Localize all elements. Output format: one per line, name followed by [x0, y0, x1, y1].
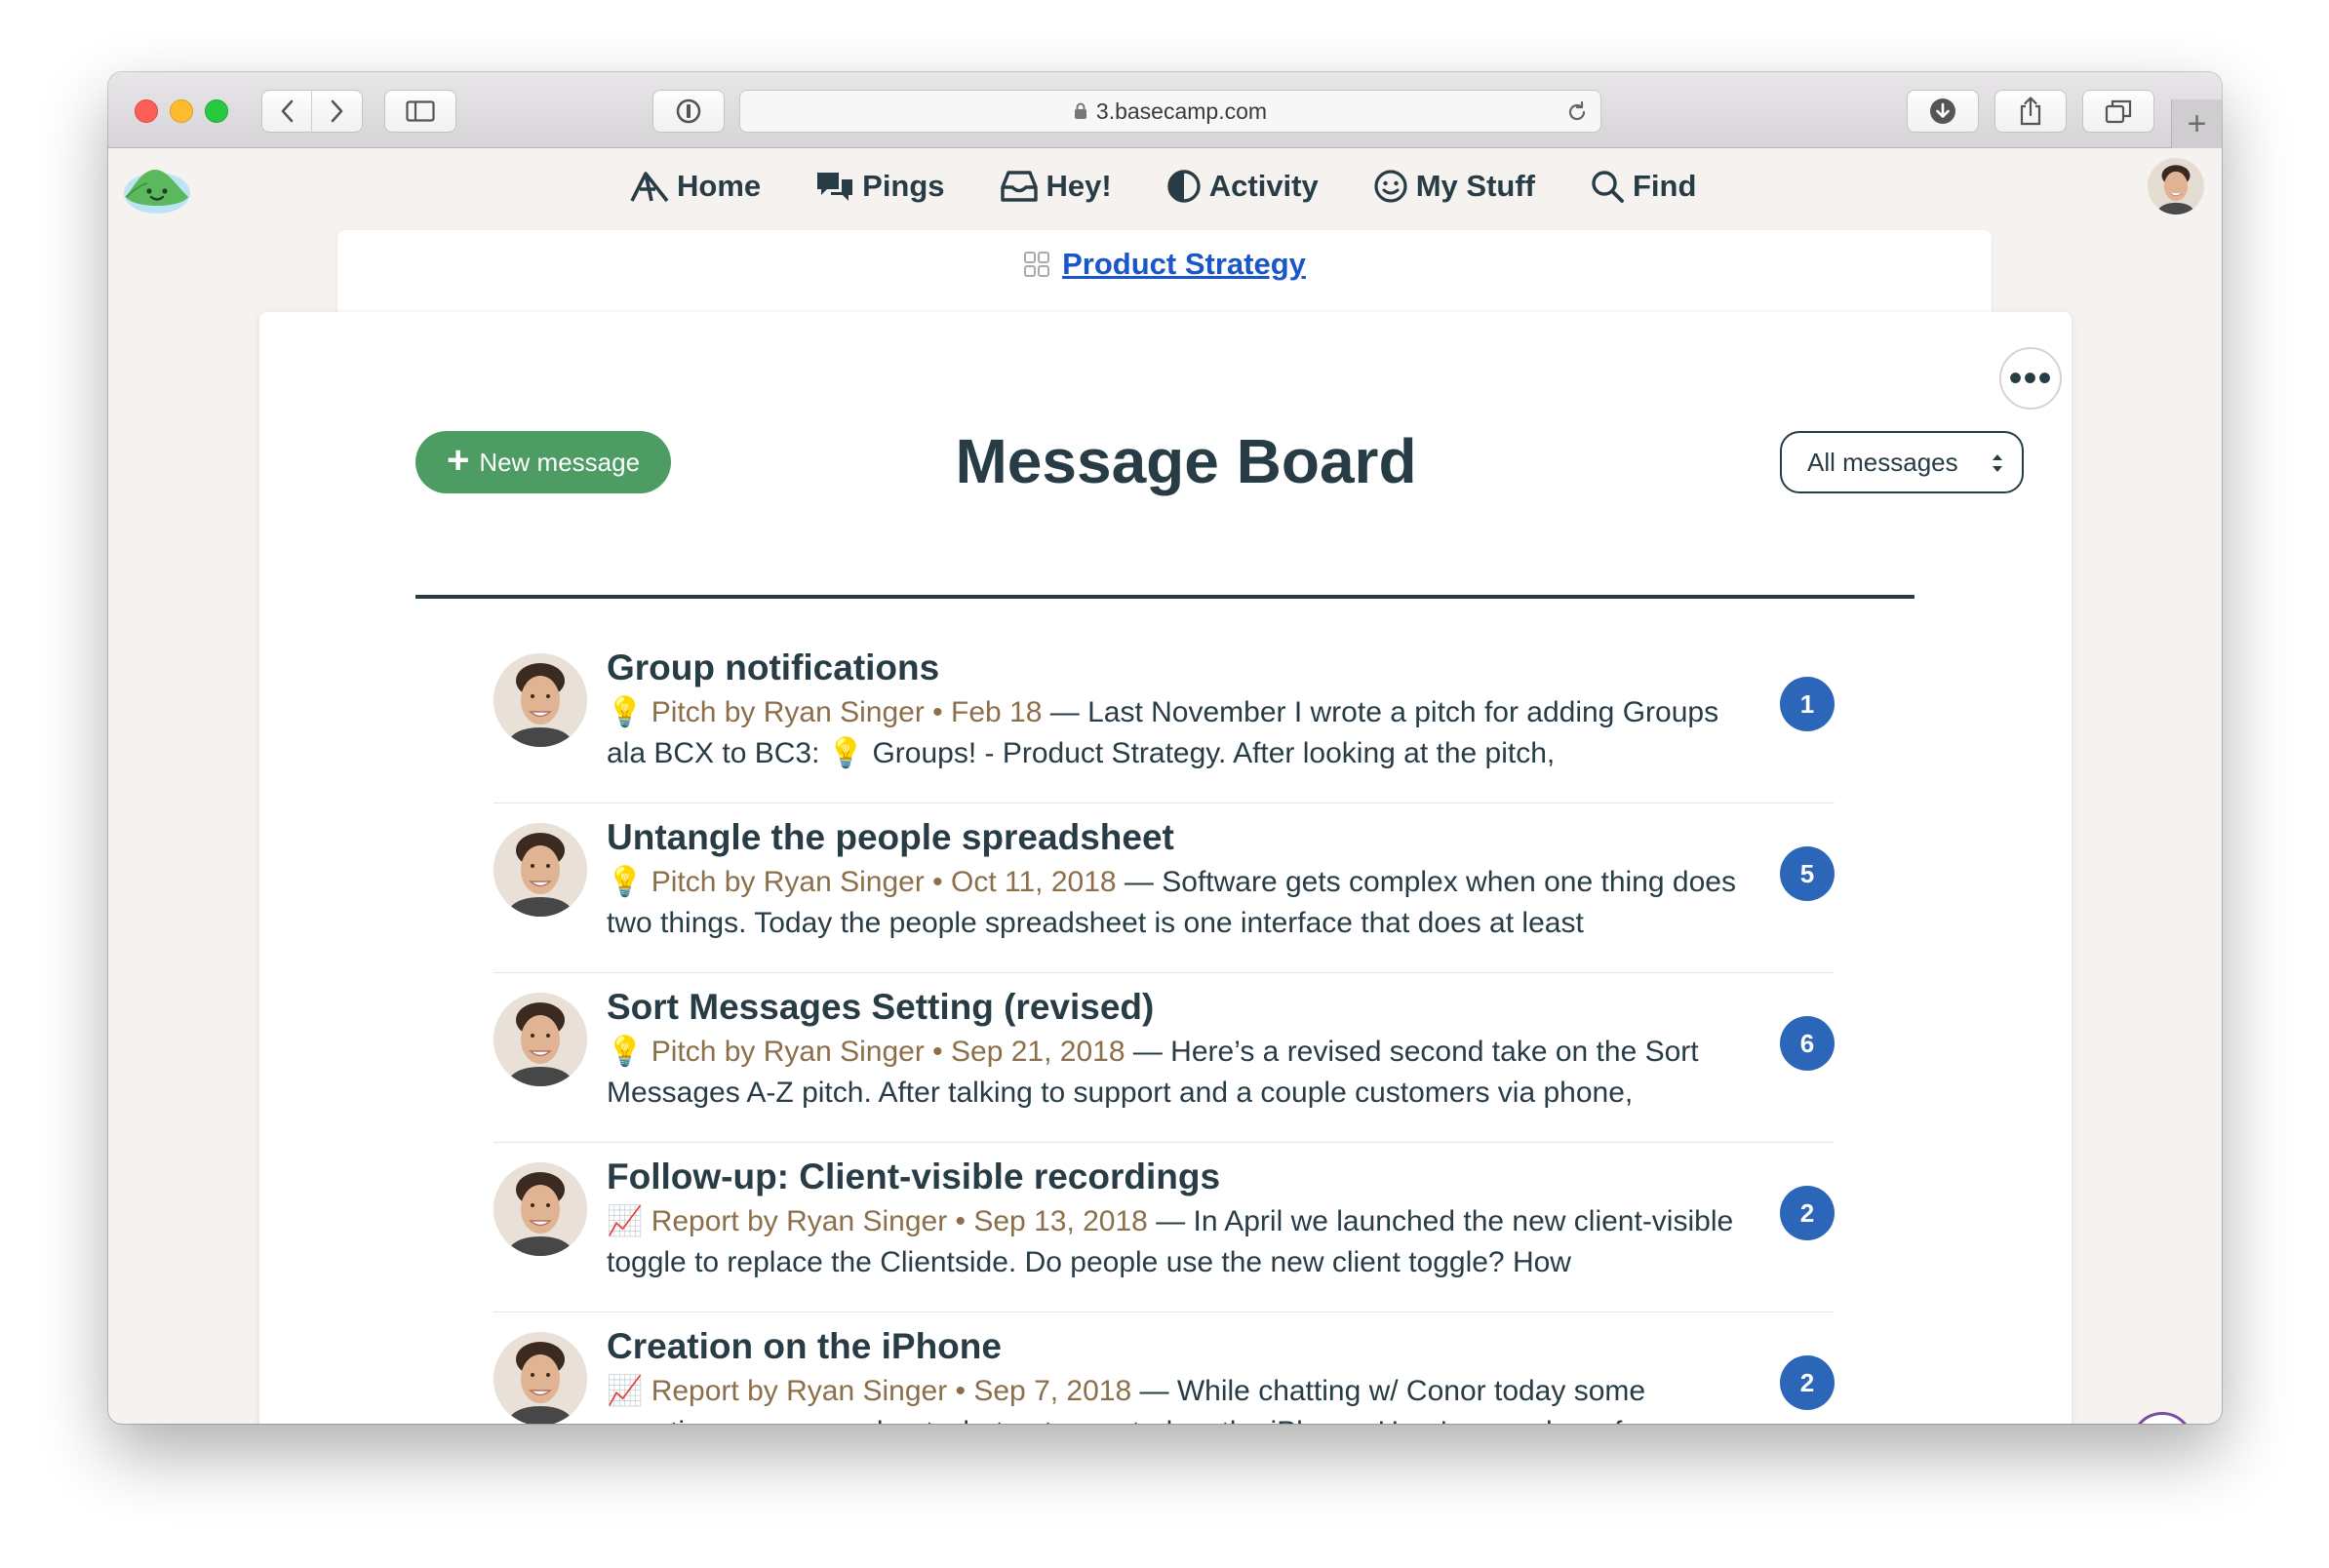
- browser-window: 3.basecamp.com + Home Pings Hey! Activit…: [108, 72, 2222, 1424]
- ellipsis-icon: •••: [2008, 357, 2053, 400]
- comment-count-badge: 6: [1780, 1016, 1835, 1071]
- forward-icon[interactable]: [312, 91, 362, 132]
- filter-value: All messages: [1807, 447, 1958, 477]
- user-avatar[interactable]: [2148, 158, 2204, 215]
- message-meta: Pitch by Ryan Singer • Sep 21, 2018: [651, 1036, 1125, 1068]
- help-button[interactable]: ?: [2131, 1412, 2193, 1424]
- browser-toolbar: 3.basecamp.com +: [108, 72, 2222, 148]
- author-avatar[interactable]: [493, 823, 587, 917]
- half-moon-icon: [1167, 170, 1201, 203]
- nav-hey-label: Hey!: [1046, 169, 1112, 203]
- downloads-button[interactable]: [1907, 90, 1979, 133]
- message-title[interactable]: Sort Messages Setting (revised): [607, 987, 1154, 1028]
- nav-home[interactable]: Home: [630, 169, 761, 204]
- comment-count-badge: 5: [1780, 846, 1835, 901]
- minimize-window-button[interactable]: [170, 99, 193, 123]
- inbox-icon: [1000, 171, 1038, 202]
- main-nav: Home Pings Hey! Activity My Stuff Find: [630, 162, 1751, 211]
- comment-count-badge: 2: [1780, 1355, 1835, 1410]
- category-icon: 📈: [607, 1205, 644, 1237]
- nav-pings-label: Pings: [862, 169, 945, 203]
- project-link[interactable]: Product Strategy: [1062, 247, 1306, 282]
- smiley-icon: [1374, 170, 1407, 203]
- mountain-icon: [630, 172, 669, 203]
- list-item[interactable]: Sort Messages Setting (revised) 💡 Pitch …: [493, 973, 1835, 1143]
- nav-activity[interactable]: Activity: [1166, 169, 1319, 204]
- category-icon: 💡: [607, 696, 644, 728]
- basecamp-logo[interactable]: [122, 156, 192, 219]
- message-filter-select[interactable]: All messages: [1780, 431, 2024, 493]
- message-excerpt: 💡 Pitch by Ryan Singer • Oct 11, 2018 — …: [607, 862, 1753, 944]
- nav-activity-label: Activity: [1208, 169, 1319, 203]
- onepassword-icon: [676, 98, 701, 124]
- message-board-card: ••• + New message Message Board All mess…: [259, 312, 2072, 1424]
- message-excerpt: 💡 Pitch by Ryan Singer • Feb 18 — Last N…: [607, 692, 1753, 774]
- message-excerpt: 💡 Pitch by Ryan Singer • Sep 21, 2018 — …: [607, 1032, 1753, 1114]
- message-title[interactable]: Creation on the iPhone: [607, 1326, 1002, 1367]
- tabs-overview-button[interactable]: [2082, 90, 2154, 133]
- nav-find[interactable]: Find: [1590, 169, 1696, 204]
- message-title[interactable]: Follow-up: Client-visible recordings: [607, 1156, 1220, 1197]
- url-text: 3.basecamp.com: [1095, 98, 1268, 124]
- close-window-button[interactable]: [135, 99, 158, 123]
- nav-pings[interactable]: Pings: [815, 169, 945, 204]
- share-button[interactable]: [1994, 90, 2067, 133]
- message-list: Group notifications 💡 Pitch by Ryan Sing…: [493, 634, 1835, 1424]
- password-button[interactable]: [652, 90, 725, 133]
- message-meta: Pitch by Ryan Singer • Feb 18: [651, 696, 1043, 728]
- address-bar[interactable]: 3.basecamp.com: [739, 90, 1601, 133]
- back-icon[interactable]: [262, 91, 313, 132]
- category-icon: 💡: [607, 1036, 644, 1068]
- message-meta: Report by Ryan Singer • Sep 7, 2018: [651, 1375, 1132, 1407]
- nav-home-label: Home: [677, 169, 762, 203]
- back-forward-buttons: [261, 90, 363, 133]
- sidebar-toggle-button[interactable]: [384, 90, 456, 133]
- message-excerpt: 📈 Report by Ryan Singer • Sep 7, 2018 — …: [607, 1371, 1753, 1424]
- comment-count-badge: 1: [1780, 677, 1835, 731]
- nav-hey[interactable]: Hey!: [1000, 169, 1112, 204]
- author-avatar[interactable]: [493, 993, 587, 1086]
- title-divider: [415, 595, 1915, 599]
- select-arrows-icon: [1993, 454, 2002, 472]
- category-icon: 📈: [607, 1375, 644, 1407]
- nav-my-stuff[interactable]: My Stuff: [1373, 169, 1535, 204]
- plus-icon: +: [446, 439, 470, 482]
- nav-find-label: Find: [1633, 169, 1697, 203]
- lock-icon: [1074, 102, 1086, 119]
- message-meta: Pitch by Ryan Singer • Oct 11, 2018: [651, 866, 1117, 898]
- message-title[interactable]: Group notifications: [607, 647, 939, 688]
- new-tab-button[interactable]: +: [2171, 99, 2222, 148]
- list-item[interactable]: Follow-up: Client-visible recordings 📈 R…: [493, 1143, 1835, 1313]
- share-icon: [2020, 97, 2041, 126]
- author-avatar[interactable]: [493, 1162, 587, 1256]
- new-message-button[interactable]: + New message: [415, 431, 671, 493]
- sidebar-icon: [406, 100, 435, 122]
- new-message-label: New message: [479, 447, 641, 477]
- message-meta: Report by Ryan Singer • Sep 13, 2018: [651, 1205, 1148, 1237]
- comment-count-badge: 2: [1780, 1186, 1835, 1240]
- search-icon: [1592, 171, 1624, 203]
- chat-bubbles-icon: [817, 173, 853, 201]
- tabs-icon: [2105, 99, 2132, 124]
- message-excerpt: 📈 Report by Ryan Singer • Sep 13, 2018 —…: [607, 1201, 1753, 1283]
- zoom-window-button[interactable]: [205, 99, 228, 123]
- plus-icon: +: [2187, 104, 2207, 142]
- reload-icon[interactable]: [1565, 100, 1589, 124]
- more-options-button[interactable]: •••: [1999, 347, 2062, 410]
- help-icon: ?: [2151, 1423, 2172, 1425]
- breadcrumb: Product Strategy: [337, 230, 1992, 318]
- list-item[interactable]: Untangle the people spreadsheet 💡 Pitch …: [493, 804, 1835, 973]
- list-item[interactable]: Group notifications 💡 Pitch by Ryan Sing…: [493, 634, 1835, 804]
- breadcrumb-bar: Product Strategy: [337, 230, 1992, 298]
- author-avatar[interactable]: [493, 1332, 587, 1424]
- author-avatar[interactable]: [493, 653, 587, 747]
- nav-my-stuff-label: My Stuff: [1415, 169, 1535, 203]
- download-icon: [1930, 98, 1955, 124]
- category-icon: 💡: [607, 866, 644, 898]
- list-item[interactable]: Creation on the iPhone 📈 Report by Ryan …: [493, 1313, 1835, 1424]
- page-title: Message Board: [955, 426, 1417, 496]
- project-grid-icon: [1024, 252, 1050, 277]
- message-title[interactable]: Untangle the people spreadsheet: [607, 817, 1174, 858]
